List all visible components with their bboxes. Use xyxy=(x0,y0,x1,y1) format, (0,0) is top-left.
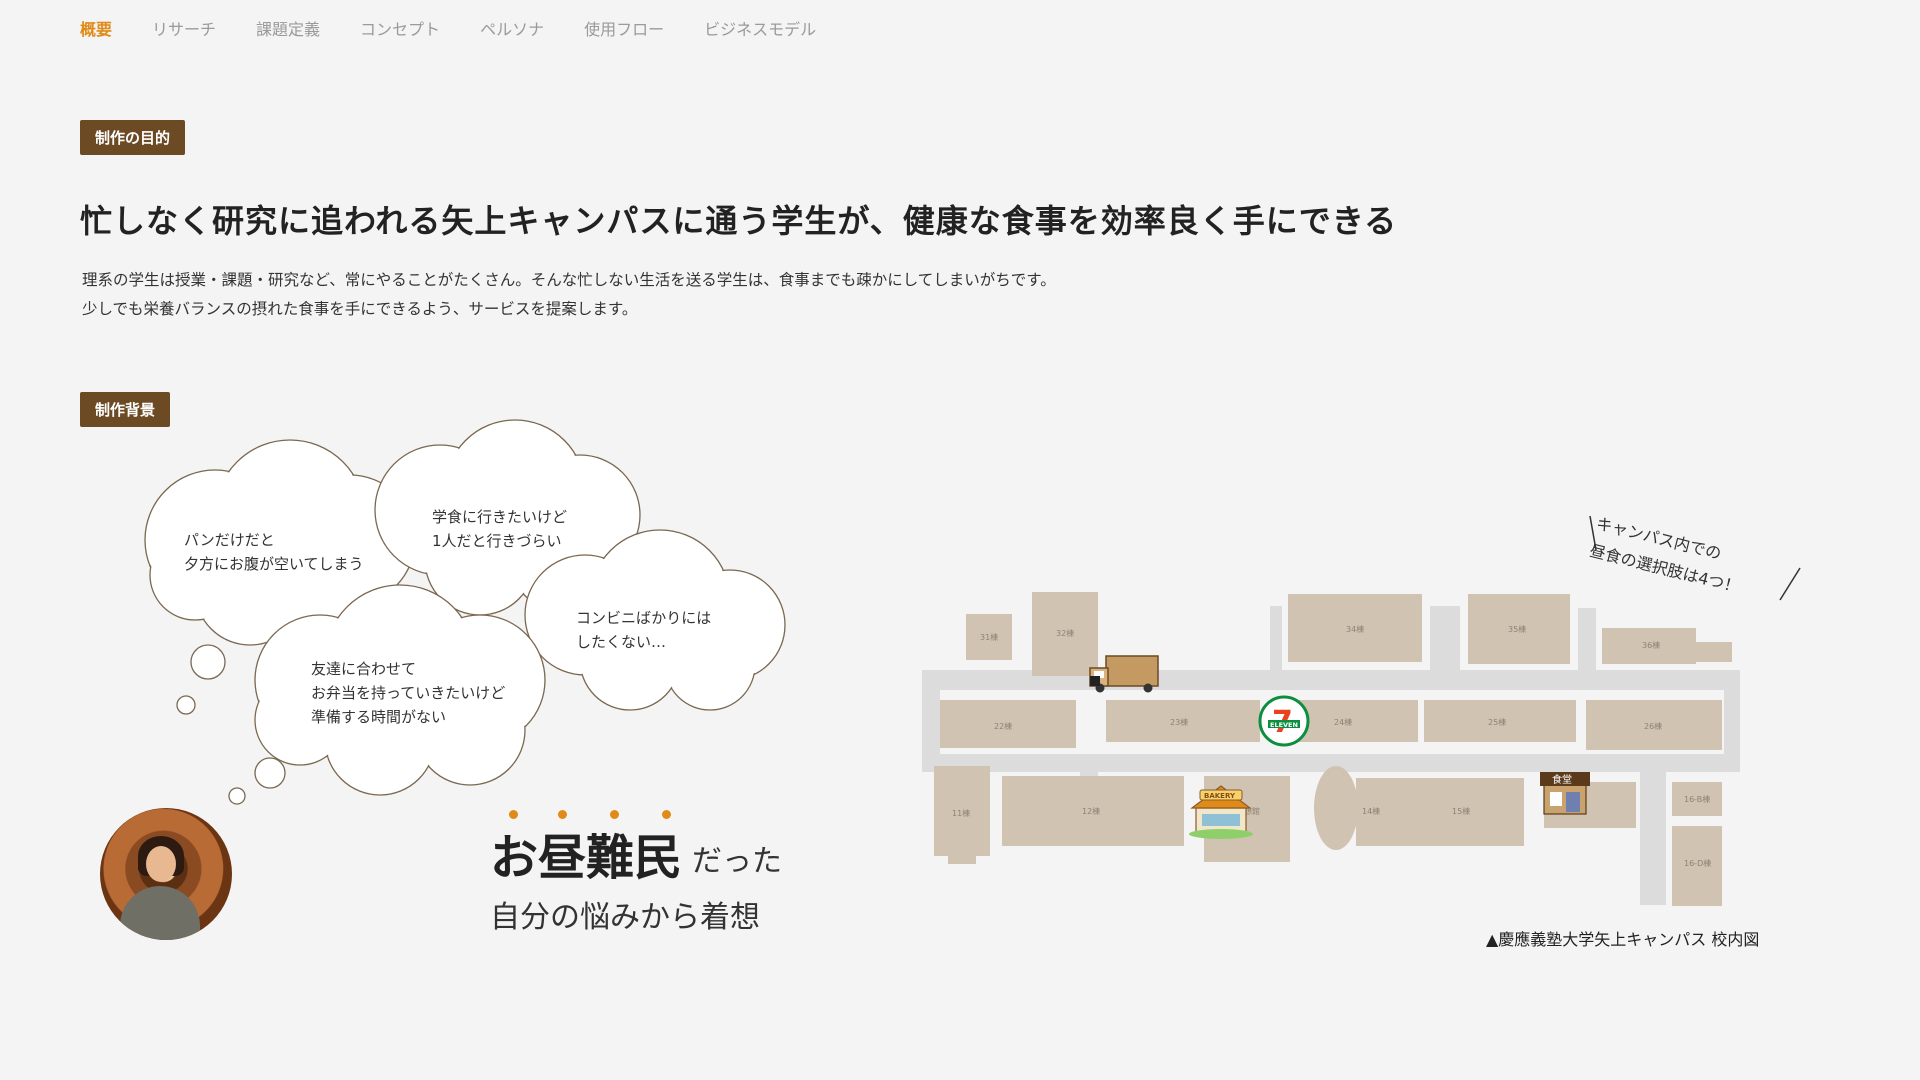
building-label-35: 35棟 xyxy=(1508,624,1526,634)
building-label-16d: 16-D棟 xyxy=(1684,858,1711,868)
seven-eleven-icon: 7 ELEVEN xyxy=(1258,695,1310,747)
cafeteria-label: 食堂 xyxy=(1552,773,1572,786)
bakery-label: BAKERY xyxy=(1204,792,1236,800)
building-label-32: 32棟 xyxy=(1056,628,1074,638)
note-mark-right xyxy=(1779,567,1801,601)
building-label-11: 11棟 xyxy=(952,808,970,818)
cafeteria-icon: 食堂 xyxy=(1540,772,1590,815)
building-label-15: 15棟 xyxy=(1452,806,1470,816)
building-label-25: 25棟 xyxy=(1488,717,1506,727)
building-label-36: 36棟 xyxy=(1642,640,1660,650)
campus-map: 31棟 32棟 34棟 35棟 36棟 22棟 23棟 24棟 25棟 26棟 … xyxy=(922,515,1801,906)
building-label-24: 24棟 xyxy=(1334,717,1352,727)
building-label-22: 22棟 xyxy=(994,721,1012,731)
note-mark-left xyxy=(1589,515,1597,551)
map-caption: ▲慶應義塾大学矢上キャンパス 校内図 xyxy=(1486,930,1760,949)
seven-eleven-label: ELEVEN xyxy=(1270,721,1298,729)
building-label-16b: 16-B棟 xyxy=(1684,794,1710,804)
building-label-26: 26棟 xyxy=(1644,721,1662,731)
building-label-23: 23棟 xyxy=(1170,717,1188,727)
building-label-14: 14棟 xyxy=(1362,806,1380,816)
building-label-12: 12棟 xyxy=(1082,806,1100,816)
building-label-31: 31棟 xyxy=(980,632,998,642)
building-label-34: 34棟 xyxy=(1346,624,1364,634)
